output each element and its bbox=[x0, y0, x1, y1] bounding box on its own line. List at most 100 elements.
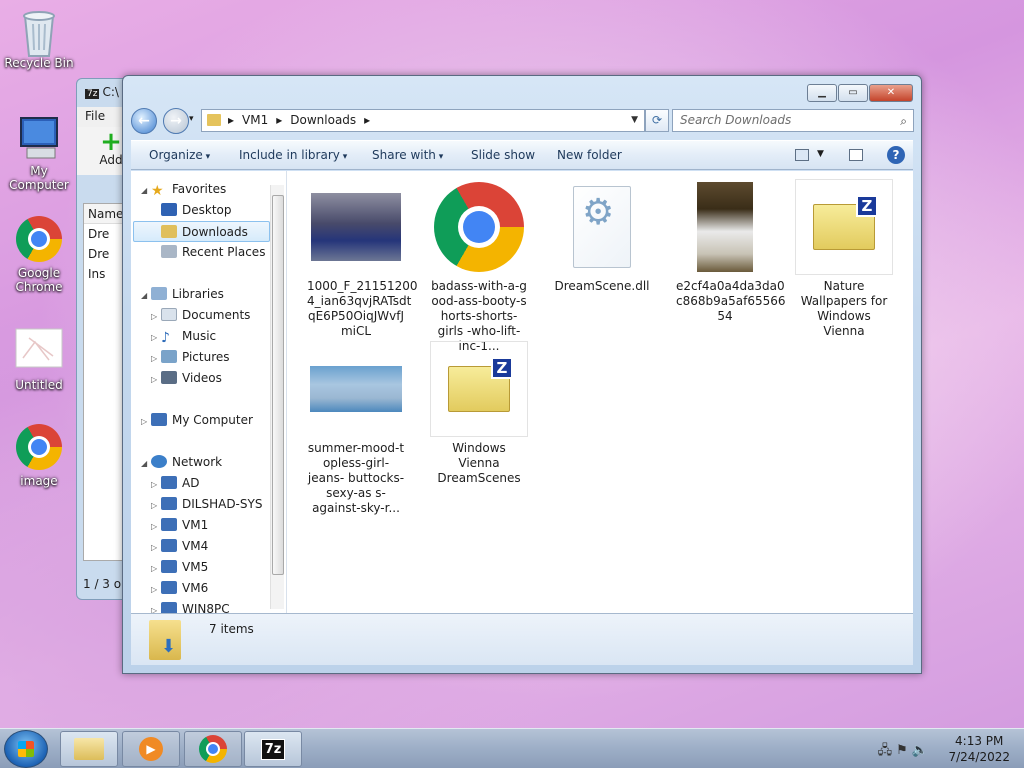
details-pane: 7 items bbox=[131, 613, 913, 665]
desktop-icon-google-chrome[interactable]: Google Chrome bbox=[0, 216, 78, 294]
file-item[interactable]: e2cf4a0a4da3da0 c868b9a5af65566 54 bbox=[676, 179, 786, 324]
start-button[interactable] bbox=[4, 730, 48, 768]
desktop-icon bbox=[161, 203, 177, 216]
computer-icon bbox=[15, 114, 63, 162]
file-name: summer-mood-t opless-girl-jeans- buttock… bbox=[307, 441, 405, 515]
maximize-button[interactable]: ▭ bbox=[838, 84, 868, 102]
file-item[interactable]: 1000_F_21151200 4_ian63qvjRATsdt qE6P50O… bbox=[307, 179, 418, 339]
clock-time: 4:13 PM bbox=[955, 734, 1004, 748]
desktop-icon-my-computer[interactable]: My Computer bbox=[0, 114, 78, 192]
network-status-icon[interactable]: 🖧 bbox=[878, 743, 897, 758]
recent-places-icon bbox=[161, 245, 177, 258]
documents-icon bbox=[161, 308, 177, 321]
breadcrumb-vm1[interactable]: VM1 bbox=[242, 113, 268, 127]
videos-icon bbox=[161, 371, 177, 384]
system-tray-icons[interactable]: 🖧⚑🔈 bbox=[878, 741, 932, 763]
explorer-body: ◢ ★ Favorites Desktop Downloads Recent Pla… bbox=[131, 171, 913, 613]
slide-show-button[interactable]: Slide show bbox=[471, 148, 535, 162]
taskbar-7zip[interactable]: 7z bbox=[244, 731, 302, 767]
nav-scrollbar[interactable] bbox=[270, 185, 284, 609]
navigation-pane[interactable]: ◢ ★ Favorites Desktop Downloads Recent Pla… bbox=[131, 171, 287, 613]
desktop-icon-untitled[interactable]: Untitled bbox=[0, 328, 78, 392]
file-view[interactable]: 1000_F_21151200 4_ian63qvjRATsdt qE6P50O… bbox=[295, 171, 913, 613]
nav-documents[interactable]: ▷ Documents bbox=[151, 305, 250, 326]
nav-network-vm4[interactable]: ▷ VM4 bbox=[151, 536, 208, 557]
file-name: Windows Vienna DreamScenes bbox=[437, 441, 521, 485]
organize-button[interactable]: Organize bbox=[149, 148, 210, 162]
explorer-window[interactable]: ▁ ▭ ✕ ← → ▾ ▸ VM1 ▸ Downloads ▸ ▼ ⟳ Search D… bbox=[122, 75, 922, 674]
search-icon[interactable]: ⌕ bbox=[900, 111, 907, 132]
preview-pane-icon[interactable] bbox=[849, 149, 863, 161]
nav-network-ad[interactable]: ▷ AD bbox=[151, 473, 199, 494]
file-item[interactable]: Z Windows Vienna DreamScenes bbox=[430, 341, 528, 486]
recent-pages-dropdown[interactable]: ▾ bbox=[189, 114, 194, 124]
caption-buttons: ▁ ▭ ✕ bbox=[807, 84, 913, 102]
computer-icon bbox=[151, 413, 167, 426]
network-computer-icon bbox=[161, 497, 177, 510]
nav-recent-places[interactable]: Recent Places bbox=[161, 242, 265, 263]
photo-thumbnail bbox=[311, 193, 401, 261]
nav-network-vm5[interactable]: ▷ VM5 bbox=[151, 557, 208, 578]
nav-favorites[interactable]: ◢ ★ Favorites bbox=[141, 179, 226, 200]
refresh-button[interactable]: ⟳ bbox=[645, 109, 669, 132]
volume-icon[interactable]: 🔈 bbox=[912, 743, 932, 758]
network-computer-icon bbox=[161, 476, 177, 489]
breadcrumb-downloads[interactable]: Downloads bbox=[290, 113, 356, 127]
nav-my-computer[interactable]: ▷ My Computer bbox=[141, 410, 253, 431]
include-in-library-button[interactable]: Include in library bbox=[239, 148, 347, 162]
share-with-button[interactable]: Share with bbox=[372, 148, 443, 162]
clock[interactable]: 4:13 PM 7/24/2022 bbox=[948, 733, 1010, 765]
desktop-icon-label: Google Chrome bbox=[15, 266, 63, 294]
view-dropdown-icon[interactable]: ▼ bbox=[817, 149, 824, 159]
nav-network-vm1[interactable]: ▷ VM1 bbox=[151, 515, 208, 536]
change-view-icon[interactable] bbox=[795, 149, 809, 161]
dreamscene-folder-icon: Z bbox=[813, 195, 878, 250]
desktop-icon-image[interactable]: image bbox=[0, 424, 78, 488]
libraries-icon bbox=[151, 287, 167, 300]
nav-downloads[interactable]: Downloads bbox=[133, 221, 270, 242]
close-button[interactable]: ✕ bbox=[869, 84, 913, 102]
minimize-button[interactable]: ▁ bbox=[807, 84, 837, 102]
nav-network-dilshad-sys[interactable]: ▷ DILSHAD-SYS bbox=[151, 494, 262, 515]
file-item[interactable]: Z Nature Wallpapers for Windows Vienna bbox=[795, 179, 893, 339]
search-input[interactable]: Search Downloads ⌕ bbox=[672, 109, 914, 132]
forward-button[interactable]: → bbox=[163, 108, 189, 134]
file-name: DreamScene.dll bbox=[554, 279, 650, 293]
nav-network-win8pc[interactable]: ▷ WIN8PC bbox=[151, 599, 230, 613]
nav-desktop[interactable]: Desktop bbox=[161, 200, 232, 221]
address-dropdown-icon[interactable]: ▼ bbox=[631, 110, 638, 131]
taskbar-media-player[interactable]: ▶ bbox=[122, 731, 180, 767]
photo-thumbnail bbox=[697, 182, 753, 272]
file-item[interactable]: ⚙ DreamScene.dll bbox=[553, 179, 651, 294]
breadcrumb-separator[interactable]: ▸ bbox=[228, 113, 234, 127]
file-item[interactable]: badass-with-a-g ood-ass-booty-s horts-sh… bbox=[430, 179, 528, 354]
clock-date: 7/24/2022 bbox=[948, 750, 1010, 764]
taskbar-chrome[interactable] bbox=[184, 731, 242, 767]
taskbar: ▶ 7z 🖧⚑🔈 4:13 PM 7/24/2022 bbox=[0, 728, 1024, 768]
back-button[interactable]: ← bbox=[131, 108, 157, 134]
scrollbar-thumb[interactable] bbox=[272, 195, 284, 575]
breadcrumb-separator[interactable]: ▸ bbox=[276, 113, 282, 127]
nav-libraries[interactable]: ◢ Libraries bbox=[141, 284, 224, 305]
downloads-folder-icon bbox=[149, 620, 181, 660]
help-icon[interactable]: ? bbox=[887, 146, 905, 164]
nav-network[interactable]: ◢ Network bbox=[141, 452, 222, 473]
file-item[interactable]: summer-mood-t opless-girl-jeans- buttock… bbox=[307, 341, 405, 516]
chrome-icon bbox=[15, 424, 63, 472]
recycle-bin-icon bbox=[15, 6, 63, 57]
taskbar-explorer[interactable] bbox=[60, 731, 118, 767]
desktop-icon-recycle-bin[interactable]: Recycle Bin bbox=[0, 6, 78, 70]
dreamscene-folder-icon: Z bbox=[448, 357, 513, 412]
new-folder-button[interactable]: New folder bbox=[557, 148, 622, 162]
nav-videos[interactable]: ▷ Videos bbox=[151, 368, 222, 389]
sevenzip-icon: 7z bbox=[260, 738, 286, 760]
nav-pictures[interactable]: ▷ Pictures bbox=[151, 347, 230, 368]
nav-network-vm6[interactable]: ▷ VM6 bbox=[151, 578, 208, 599]
nav-music[interactable]: ▷ ♪ Music bbox=[151, 326, 216, 347]
dll-file-icon: ⚙ bbox=[573, 186, 631, 268]
network-computer-icon bbox=[161, 539, 177, 552]
media-player-icon: ▶ bbox=[139, 737, 163, 761]
breadcrumb-separator[interactable]: ▸ bbox=[364, 113, 370, 127]
action-center-icon[interactable]: ⚑ bbox=[896, 743, 912, 758]
address-bar[interactable]: ▸ VM1 ▸ Downloads ▸ ▼ bbox=[201, 109, 645, 132]
